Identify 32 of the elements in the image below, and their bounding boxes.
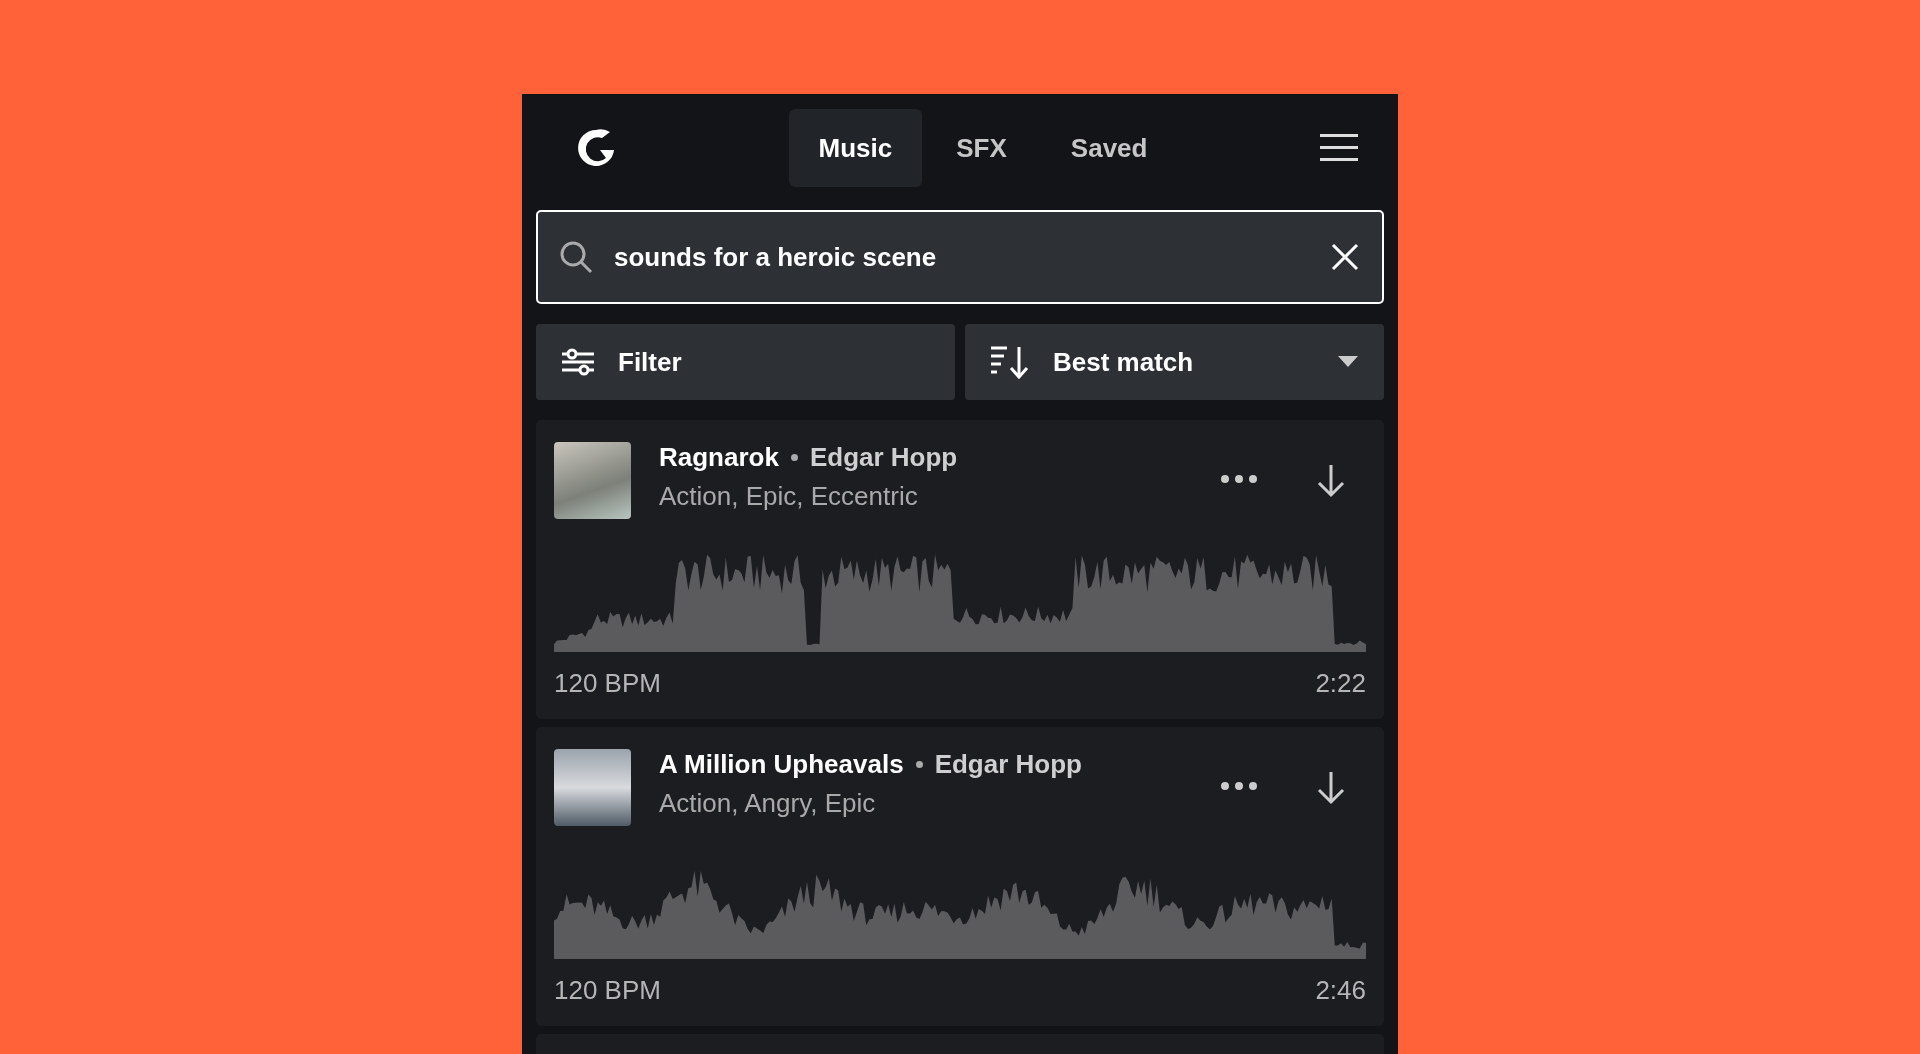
more-icon[interactable] (1220, 474, 1258, 484)
nav-tab[interactable]: Saved (1040, 109, 1178, 187)
separator-dot (915, 761, 923, 768)
separator-dot (790, 454, 798, 461)
search-field[interactable]: sounds for a heroic scene (614, 241, 1310, 273)
logo-icon[interactable] (576, 128, 616, 168)
artist-link[interactable]: Edgar Hopp (809, 442, 958, 473)
search-bar[interactable]: sounds for a heroic scene (536, 210, 1384, 304)
nav-tab[interactable]: Music (788, 109, 923, 187)
duration-label: 2:46 (1315, 975, 1366, 1006)
filter-button[interactable]: Filter (536, 324, 955, 400)
menu-icon[interactable] (1320, 133, 1358, 163)
duration-label: 2:22 (1315, 668, 1366, 699)
search-icon (558, 239, 594, 275)
nav-tab[interactable]: SFX (926, 109, 1037, 187)
download-icon[interactable] (1316, 464, 1346, 498)
track-card[interactable]: Ragnarok Edgar Hopp Action, Epic, Eccentric 120 BPM 2:22 (536, 420, 1384, 719)
bpm-label: 120 BPM (554, 975, 661, 1006)
bpm-label: 120 BPM (554, 668, 661, 699)
sort-dropdown[interactable]: Best match (965, 324, 1384, 400)
artist-link[interactable]: Edgar Hopp (934, 749, 1082, 780)
sort-icon (991, 345, 1029, 379)
caret-icon (1338, 356, 1358, 368)
track-card[interactable]: A Million Upheavals Edgar Hopp Action, Angry, Epic 120 BPM 2:46 (536, 727, 1384, 1026)
track-tags: Action, Angry, Epic (659, 788, 1192, 819)
track-tags: Action, Epic, Eccentric (659, 481, 1192, 512)
track-title: Ragnarok (659, 442, 779, 473)
download-icon[interactable] (1316, 771, 1346, 805)
more-icon[interactable] (1220, 781, 1258, 791)
track-title: A Million Upheavals (659, 749, 904, 780)
close-icon[interactable] (1330, 242, 1360, 272)
sliders-icon (562, 348, 594, 376)
